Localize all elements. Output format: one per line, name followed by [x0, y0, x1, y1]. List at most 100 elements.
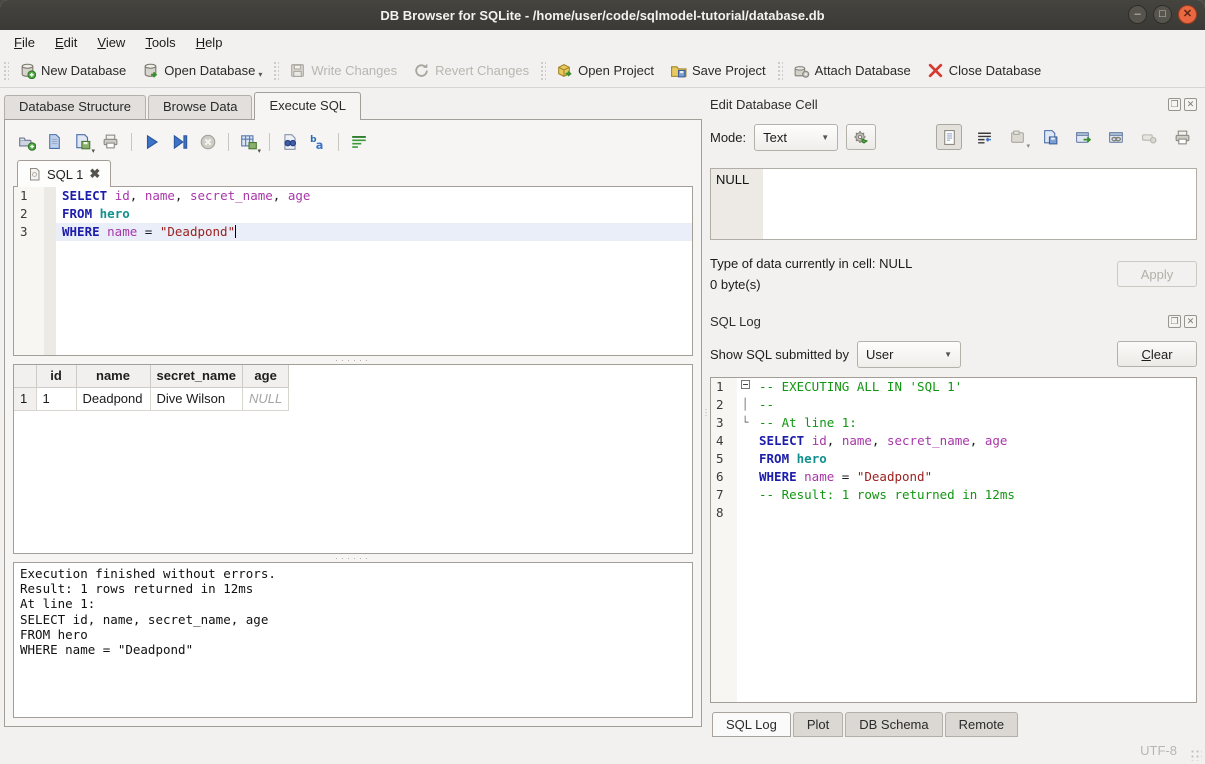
column-header-id[interactable]: id: [36, 365, 76, 387]
vertical-splitter[interactable]: ···: [702, 88, 710, 737]
message-line: At line 1:: [20, 596, 686, 611]
tab-execute-sql[interactable]: Execute SQL: [254, 92, 361, 119]
close-tab-icon[interactable]: ✖: [89, 166, 100, 182]
window-controls: – □ ✕: [1128, 5, 1197, 24]
menu-help[interactable]: Help: [186, 33, 233, 52]
menu-file[interactable]: File: [4, 33, 45, 52]
execution-message[interactable]: Execution finished without errors.Result…: [13, 562, 693, 718]
token: WHERE: [759, 469, 804, 484]
results-area[interactable]: idnamesecret_nameage11DeadpondDive Wilso…: [13, 364, 693, 554]
float-dock-icon[interactable]: ❐: [1168, 315, 1181, 328]
code-text: -- At line 1:: [753, 414, 1196, 432]
toolbar-grip-icon[interactable]: [539, 60, 546, 82]
line-number: 3: [711, 414, 737, 432]
editor-line: 1SELECT id, name, secret_name, age: [14, 187, 692, 205]
sql-log-view[interactable]: 1-- EXECUTING ALL IN 'SQL 1'2│--3└-- At …: [710, 377, 1197, 703]
close-dock-icon[interactable]: ✕: [1184, 315, 1197, 328]
submitter-value: User: [866, 347, 893, 362]
text-doc-icon: [941, 129, 958, 146]
column-header-age[interactable]: age: [243, 365, 289, 387]
maximize-icon[interactable]: □: [1153, 5, 1172, 24]
toolbar-button-label: Open Database: [164, 63, 255, 78]
token: hero: [797, 451, 827, 466]
execute-all-button[interactable]: [140, 130, 164, 154]
chevron-down-icon[interactable]: ▾: [258, 70, 262, 79]
submitter-select[interactable]: User ▼: [857, 341, 961, 368]
edit-link-button[interactable]: [1105, 126, 1127, 148]
token: "Deadpond": [857, 469, 932, 484]
token: id: [812, 433, 827, 448]
close-icon[interactable]: ✕: [1178, 5, 1197, 24]
chevron-down-icon[interactable]: ▾: [91, 147, 95, 155]
open-project-button[interactable]: Open Project: [548, 58, 662, 83]
toolbar-separator: [131, 133, 132, 151]
new-tab-icon: [18, 133, 36, 151]
fold-collapse-icon[interactable]: [741, 380, 750, 389]
splitter-handle[interactable]: ······: [13, 554, 693, 562]
cell-editor-content[interactable]: [763, 169, 1196, 239]
open-database-button[interactable]: Open Database▾: [134, 58, 270, 83]
splitter-handle[interactable]: ······: [13, 356, 693, 364]
toolbar-separator: [269, 133, 270, 151]
sql-tab[interactable]: SQL 1 ✖: [17, 160, 111, 187]
open-external-button[interactable]: [1072, 126, 1094, 148]
new-database-button[interactable]: New Database: [11, 58, 134, 83]
execute-line-button[interactable]: [168, 130, 192, 154]
dock-tab-db-schema[interactable]: DB Schema: [845, 712, 942, 737]
column-header-secret_name[interactable]: secret_name: [150, 365, 243, 387]
tab-database-structure[interactable]: Database Structure: [4, 95, 146, 119]
print-cell-button[interactable]: [1171, 126, 1193, 148]
text-doc-button[interactable]: [936, 124, 962, 150]
right-pane: Edit Database Cell ❐ ✕ Mode: Text ▼ ▾ NU…: [710, 88, 1205, 737]
dock-tab-remote[interactable]: Remote: [945, 712, 1019, 737]
word-wrap-button[interactable]: [973, 126, 995, 148]
dock-tab-sql-log[interactable]: SQL Log: [712, 712, 791, 737]
save-project-button[interactable]: Save Project: [662, 58, 774, 83]
cell-size-text: 0 byte(s): [710, 274, 912, 295]
row-number-cell: 1: [14, 387, 36, 410]
titlebar[interactable]: DB Browser for SQLite - /home/user/code/…: [0, 0, 1205, 30]
print-button[interactable]: [99, 130, 123, 154]
chevron-down-icon[interactable]: ▾: [257, 147, 261, 155]
format-letters-button[interactable]: ba: [306, 130, 330, 154]
save-sql-button[interactable]: ▾: [71, 130, 95, 154]
tab-browse-data[interactable]: Browse Data: [148, 95, 252, 119]
attach-database-button[interactable]: Attach Database: [785, 58, 919, 83]
menu-view[interactable]: View: [87, 33, 135, 52]
export-data-button[interactable]: [1039, 126, 1061, 148]
float-dock-icon[interactable]: ❐: [1168, 98, 1181, 111]
menu-tools[interactable]: Tools: [135, 33, 185, 52]
find-button[interactable]: [278, 130, 302, 154]
apply-settings-button[interactable]: [846, 124, 876, 150]
set-null-icon: [1141, 129, 1158, 146]
cell-editor[interactable]: NULL: [710, 168, 1197, 240]
table-cell[interactable]: Deadpond: [76, 387, 150, 410]
sql-editor[interactable]: 1SELECT id, name, secret_name, age2FROM …: [13, 186, 693, 356]
new-tab-button[interactable]: [15, 130, 39, 154]
minimize-icon[interactable]: –: [1128, 5, 1147, 24]
mode-select[interactable]: Text ▼: [754, 124, 838, 151]
sql-subtab-row: SQL 1 ✖: [13, 160, 693, 187]
table-cell[interactable]: 1: [36, 387, 76, 410]
open-sql-button[interactable]: [43, 130, 67, 154]
message-line: Execution finished without errors.: [20, 566, 686, 581]
table-cell[interactable]: Dive Wilson: [150, 387, 243, 410]
save-results-button[interactable]: ▾: [237, 130, 261, 154]
toolbar-grip-icon[interactable]: [2, 60, 9, 82]
resize-grip-icon[interactable]: [1190, 749, 1202, 761]
column-header-name[interactable]: name: [76, 365, 150, 387]
menu-edit[interactable]: Edit: [45, 33, 87, 52]
token: name: [145, 188, 175, 203]
close-dock-icon[interactable]: ✕: [1184, 98, 1197, 111]
toolbar-grip-icon[interactable]: [776, 60, 783, 82]
dock-tab-plot[interactable]: Plot: [793, 712, 843, 737]
cell-info-row: Type of data currently in cell: NULL 0 b…: [710, 253, 1197, 295]
table-cell[interactable]: NULL: [243, 387, 289, 410]
close-database-button[interactable]: Close Database: [919, 58, 1050, 83]
wrap-lines-button[interactable]: [347, 130, 371, 154]
message-line: Result: 1 rows returned in 12ms: [20, 581, 686, 596]
toolbar-grip-icon[interactable]: [272, 60, 279, 82]
apply-button[interactable]: Apply: [1117, 261, 1197, 287]
code-text: [753, 504, 1196, 522]
clear-button[interactable]: Clear: [1117, 341, 1197, 367]
